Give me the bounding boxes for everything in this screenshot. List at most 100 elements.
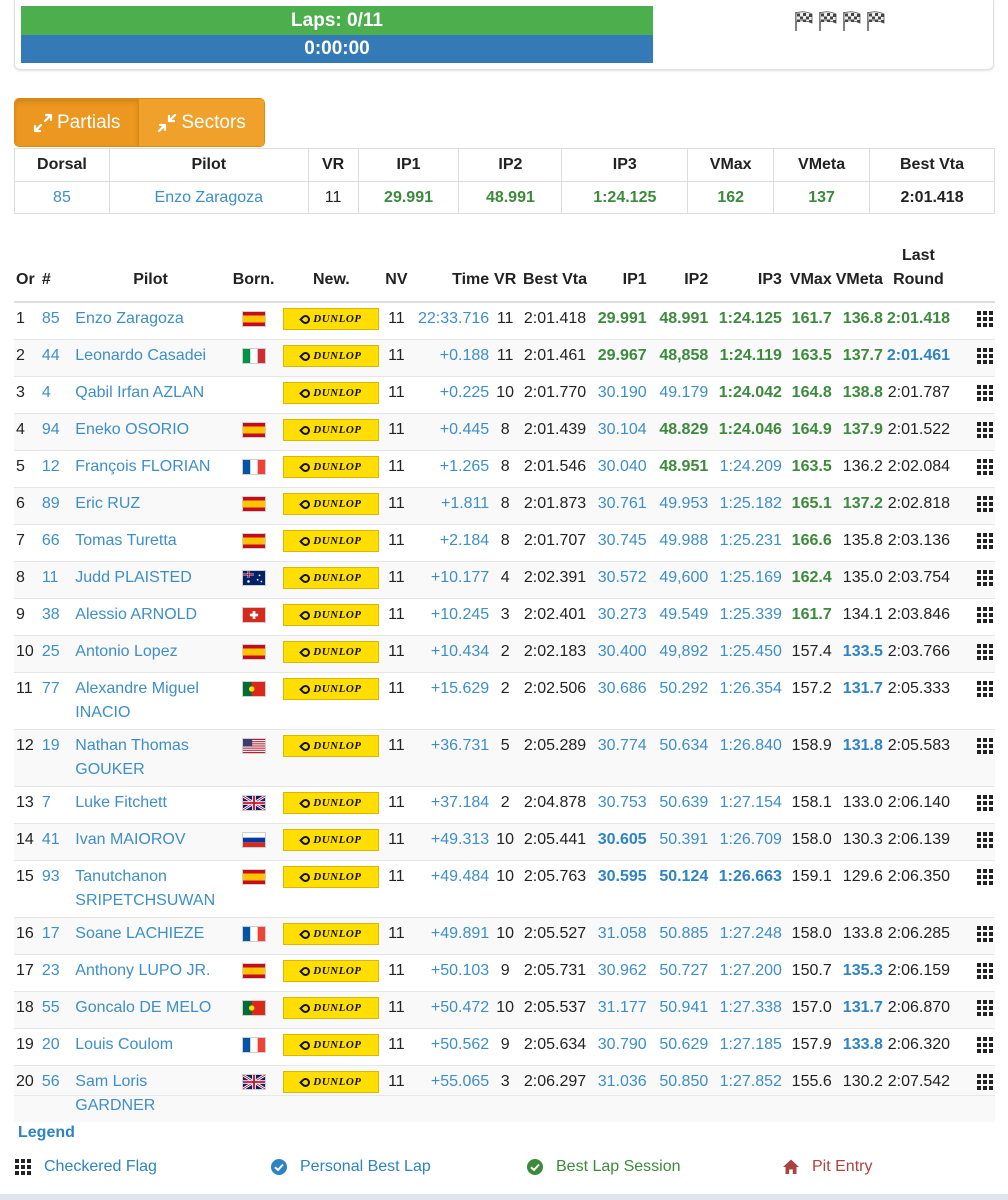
pilot-link[interactable]: Sam Loris GARDNER [73, 1065, 228, 1122]
checkered-grid-icon[interactable] [977, 570, 993, 586]
lap-details-button[interactable] [952, 991, 995, 1029]
lap-details-button[interactable] [952, 450, 995, 488]
rider-number-link[interactable]: 4 [39, 376, 74, 414]
lap-details-button[interactable] [952, 376, 995, 414]
checkered-grid-icon[interactable] [977, 533, 993, 549]
lap-details-button[interactable] [952, 917, 995, 955]
lap-details-button[interactable] [952, 1028, 995, 1066]
pilot-link[interactable]: Judd PLAISTED [73, 561, 228, 599]
ip3-value: 1:26.840 [710, 729, 784, 787]
col-best-vta: Best Vta [869, 148, 995, 182]
rider-number-link[interactable]: 66 [39, 524, 74, 562]
checkered-grid-icon[interactable] [977, 1074, 993, 1090]
pilot-link[interactable]: Tomas Turetta [73, 524, 228, 562]
pilot-link[interactable]: Ivan MAIOROV [73, 823, 228, 861]
rider-number-link[interactable]: 56 [39, 1065, 74, 1122]
rider-number-link[interactable]: 17 [39, 917, 74, 955]
pilot-link[interactable]: Enzo Zaragoza [73, 301, 228, 340]
lap-details-button[interactable] [952, 860, 995, 918]
tab-partials[interactable]: Partials [15, 99, 139, 146]
lap-details-button[interactable] [952, 786, 995, 824]
checkered-grid-icon[interactable] [977, 644, 993, 660]
checkered-grid-icon[interactable] [977, 422, 993, 438]
checkered-grid-icon[interactable] [977, 607, 993, 623]
pilot-link[interactable]: Enzo Zaragoza [108, 181, 309, 214]
pilot-link[interactable]: Antonio Lopez [73, 635, 228, 673]
vr-value: 3 [491, 1065, 520, 1122]
checkered-grid-icon[interactable] [977, 385, 993, 401]
col-dorsal: Dorsal [14, 148, 110, 182]
lap-details-button[interactable] [952, 301, 995, 340]
rider-number-link[interactable]: 20 [39, 1028, 74, 1066]
born-flag [227, 487, 280, 525]
pilot-link[interactable]: Alessio ARNOLD [73, 598, 228, 636]
pilot-link[interactable]: Anthony LUPO JR. [73, 954, 228, 992]
pilot-link[interactable]: Soane LACHIEZE [73, 917, 228, 955]
dunlop-logo: DUNLOP [283, 923, 380, 945]
lap-details-button[interactable] [952, 635, 995, 673]
dorsal-link[interactable]: 85 [14, 181, 110, 214]
pilot-link[interactable]: Leonardo Casadei [73, 339, 228, 377]
pilot-link[interactable]: Luke Fitchett [73, 786, 228, 824]
rider-number-link[interactable]: 77 [39, 672, 74, 730]
pilot-link[interactable]: Louis Coulom [73, 1028, 228, 1066]
lap-details-button[interactable] [952, 561, 995, 599]
partials-table: Dorsal Pilot VR IP1 IP2 IP3 VMax VMeta B… [14, 148, 995, 214]
position: 13 [14, 786, 40, 824]
pilot-link[interactable]: Qabil Irfan AZLAN [73, 376, 228, 414]
checkered-grid-icon[interactable] [977, 795, 993, 811]
checkered-grid-icon[interactable] [977, 738, 993, 754]
ip3-value: 1:26.709 [710, 823, 784, 861]
pilot-link[interactable]: Goncalo DE MELO [73, 991, 228, 1029]
tyre-brand: DUNLOP [279, 786, 384, 824]
pilot-link[interactable]: Tanutchanon SRIPETCHSUWAN [73, 860, 228, 918]
lap-details-button[interactable] [952, 729, 995, 787]
rider-number-link[interactable]: 23 [39, 954, 74, 992]
rider-number-link[interactable]: 93 [39, 860, 74, 918]
tab-sectors[interactable]: Sectors [138, 99, 264, 146]
rider-number-link[interactable]: 11 [39, 561, 74, 599]
rider-number-link[interactable]: 25 [39, 635, 74, 673]
rider-number-link[interactable]: 55 [39, 991, 74, 1029]
best-vta-value: 2:05.537 [519, 991, 591, 1029]
lap-details-button[interactable] [952, 672, 995, 730]
checkered-grid-icon[interactable] [977, 832, 993, 848]
checkered-grid-icon[interactable] [977, 869, 993, 885]
checkered-grid-icon[interactable] [977, 926, 993, 942]
table-row: 16 17 Soane LACHIEZE DUNLOP 11 +49.891 10 2:05.… [14, 917, 995, 955]
rider-number-link[interactable]: 89 [39, 487, 74, 525]
ip2-value: 49.549 [648, 598, 711, 636]
lap-details-button[interactable] [952, 823, 995, 861]
checkered-grid-icon[interactable] [977, 681, 993, 697]
pilot-link[interactable]: Nathan Thomas GOUKER [73, 729, 228, 787]
rider-number-link[interactable]: 19 [39, 729, 74, 787]
lap-details-button[interactable] [952, 598, 995, 636]
rider-number-link[interactable]: 38 [39, 598, 74, 636]
pilot-link[interactable]: Alexandre Miguel INACIO [73, 672, 228, 730]
lap-details-button[interactable] [952, 413, 995, 451]
checkered-grid-icon[interactable] [977, 459, 993, 475]
checkered-grid-icon[interactable] [977, 311, 993, 327]
rider-number-link[interactable]: 12 [39, 450, 74, 488]
rider-number-link[interactable]: 44 [39, 339, 74, 377]
lap-details-button[interactable] [952, 1065, 995, 1122]
lap-details-button[interactable] [952, 954, 995, 992]
pilot-link[interactable]: Eneko OSORIO [73, 413, 228, 451]
position: 9 [14, 598, 40, 636]
rider-number-link[interactable]: 94 [39, 413, 74, 451]
lap-details-button[interactable] [952, 524, 995, 562]
checkered-grid-icon[interactable] [977, 496, 993, 512]
rider-number-link[interactable]: 85 [39, 301, 74, 340]
lap-details-button[interactable] [952, 339, 995, 377]
rider-number-link[interactable]: 41 [39, 823, 74, 861]
nv-value: 11 [383, 672, 410, 730]
vmax-value: 157.4 [783, 635, 834, 673]
checkered-grid-icon[interactable] [977, 348, 993, 364]
checkered-grid-icon[interactable] [977, 1000, 993, 1016]
checkered-grid-icon[interactable] [977, 1037, 993, 1053]
rider-number-link[interactable]: 7 [39, 786, 74, 824]
lap-details-button[interactable] [952, 487, 995, 525]
pilot-link[interactable]: François FLORIAN [73, 450, 228, 488]
pilot-link[interactable]: Eric RUZ [73, 487, 228, 525]
checkered-grid-icon[interactable] [977, 963, 993, 979]
